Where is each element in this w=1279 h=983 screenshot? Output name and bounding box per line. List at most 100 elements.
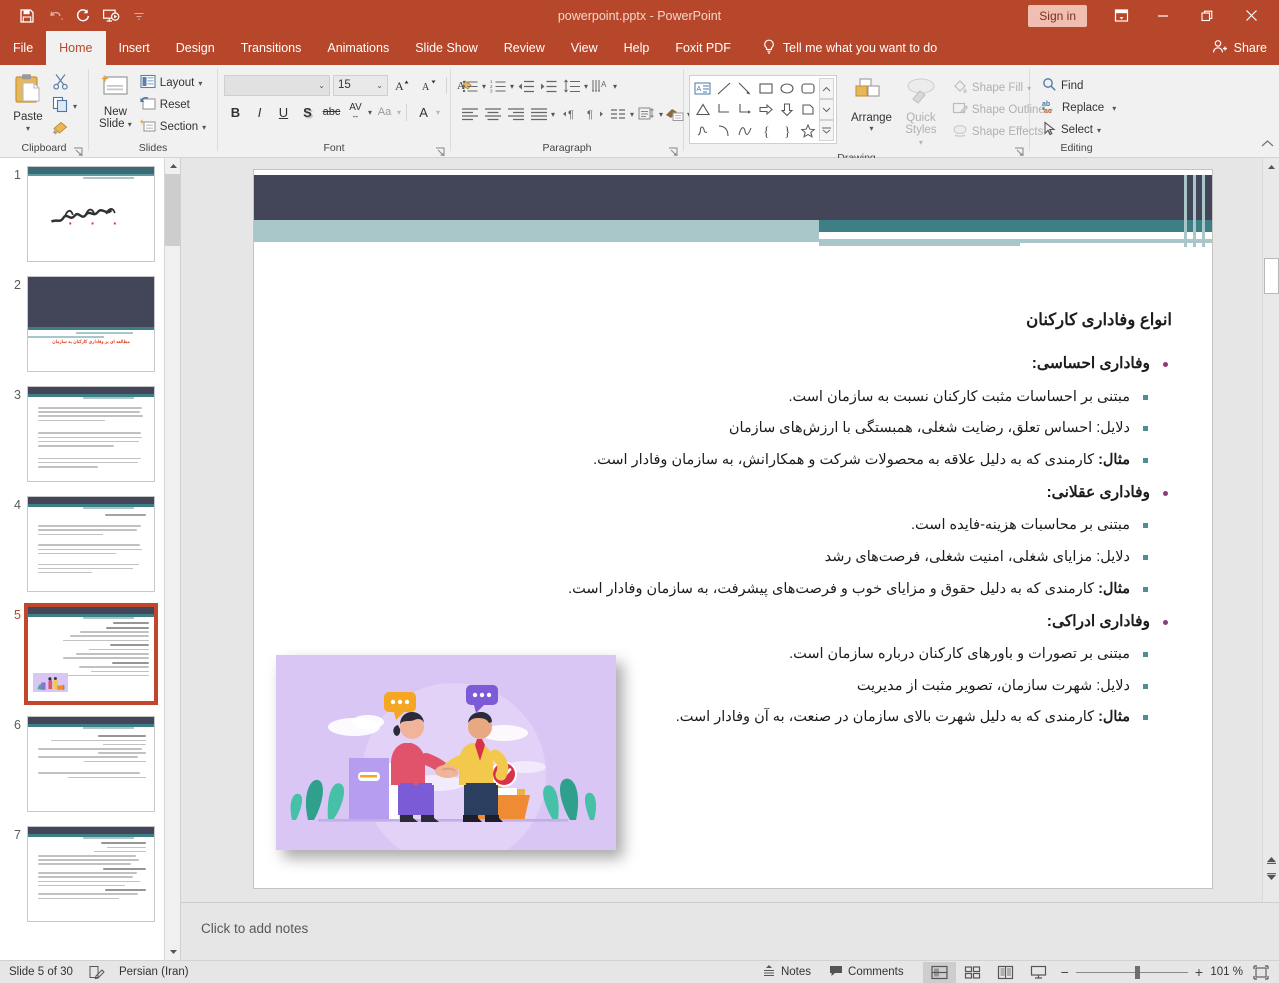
shape-left-brace-icon[interactable]: { bbox=[755, 120, 776, 141]
slide-vertical-scrollbar[interactable] bbox=[1262, 158, 1279, 902]
shape-oval-icon[interactable] bbox=[776, 78, 797, 99]
fit-slide-to-window-icon[interactable] bbox=[1249, 962, 1273, 983]
shape-rounded-rectangle-icon[interactable] bbox=[797, 78, 818, 99]
undo-icon[interactable] bbox=[42, 4, 68, 28]
shape-text-box-icon[interactable]: A bbox=[692, 78, 713, 99]
tab-design[interactable]: Design bbox=[163, 31, 228, 65]
quick-styles-button[interactable]: Quick Styles ▾ bbox=[900, 75, 942, 151]
shape-rectangle-icon[interactable] bbox=[755, 78, 776, 99]
paste-dropdown-icon[interactable]: ▾ bbox=[26, 124, 30, 133]
thumbnail-item-7[interactable]: 7 bbox=[0, 826, 180, 922]
thumbnail-slide-1[interactable] bbox=[27, 166, 155, 262]
zoom-level[interactable]: 101 % bbox=[1209, 966, 1249, 978]
business-handshake-illustration[interactable] bbox=[276, 655, 616, 850]
save-icon[interactable] bbox=[14, 4, 40, 28]
find-button[interactable]: Find bbox=[1038, 75, 1087, 97]
zoom-in-button[interactable]: + bbox=[1195, 964, 1203, 980]
character-spacing-icon[interactable]: AV↔ bbox=[344, 101, 367, 123]
shape-flowchart-icon[interactable] bbox=[797, 99, 818, 120]
thumbnail-slide-6[interactable] bbox=[27, 716, 155, 812]
tell-me-search[interactable]: Tell me what you want to do bbox=[762, 31, 937, 65]
shapes-gallery[interactable]: A { bbox=[689, 75, 837, 144]
shape-right-arrow-icon[interactable] bbox=[755, 99, 776, 120]
slide-indicator[interactable]: Slide 5 of 30 bbox=[9, 966, 73, 978]
tab-view[interactable]: View bbox=[558, 31, 611, 65]
font-name-input[interactable]: ⌄ bbox=[224, 75, 330, 96]
select-button[interactable]: Select ▾ bbox=[1038, 119, 1105, 141]
shape-down-arrow-icon[interactable] bbox=[776, 99, 797, 120]
arrange-dropdown-icon[interactable]: ▾ bbox=[869, 124, 873, 133]
thumbnail-item-3[interactable]: 3 bbox=[0, 386, 180, 482]
text-shadow-icon[interactable]: S bbox=[296, 101, 319, 123]
align-center-icon[interactable] bbox=[482, 103, 504, 125]
text-direction-dropdown-icon[interactable]: ▾ bbox=[613, 82, 617, 91]
start-slideshow-icon[interactable] bbox=[98, 4, 124, 28]
align-text-dropdown-icon[interactable]: ▾ bbox=[659, 110, 663, 119]
thumbnail-item-6[interactable]: 6 bbox=[0, 716, 180, 812]
thumbnail-slide-3[interactable] bbox=[27, 386, 155, 482]
numbering-dropdown-icon[interactable]: ▾ bbox=[510, 82, 514, 91]
minimize-icon[interactable] bbox=[1141, 0, 1185, 31]
paste-button[interactable]: Paste ▾ bbox=[8, 69, 48, 135]
font-color-dropdown-icon[interactable]: ▾ bbox=[436, 108, 440, 117]
tab-home[interactable]: Home bbox=[46, 31, 105, 65]
section-button[interactable]: Section ▾ bbox=[136, 116, 210, 138]
thumbnail-scrollbar[interactable] bbox=[164, 158, 180, 960]
format-painter-button[interactable] bbox=[48, 118, 81, 140]
line-spacing-dropdown-icon[interactable]: ▾ bbox=[584, 82, 588, 91]
justify-icon[interactable] bbox=[528, 103, 550, 125]
close-icon[interactable] bbox=[1229, 0, 1273, 31]
notes-pane[interactable]: Click to add notes bbox=[181, 902, 1279, 960]
thumbnail-item-2[interactable]: 2 مطالعه ای بر وفاداری کارکنان به سازمان bbox=[0, 276, 180, 372]
columns-dropdown-icon[interactable]: ▾ bbox=[630, 110, 634, 119]
redo-icon[interactable] bbox=[70, 4, 96, 28]
new-slide-button[interactable]: New Slide ▾ bbox=[95, 69, 136, 133]
layout-button[interactable]: Layout ▾ bbox=[136, 72, 210, 94]
thumbnail-slide-7[interactable] bbox=[27, 826, 155, 922]
thumbnail-slide-5[interactable] bbox=[27, 606, 155, 702]
thumbnail-scrollbar-thumb[interactable] bbox=[165, 174, 181, 246]
columns-icon[interactable] bbox=[607, 103, 629, 125]
tab-insert[interactable]: Insert bbox=[106, 31, 163, 65]
shape-triangle-icon[interactable] bbox=[692, 99, 713, 120]
zoom-slider-knob[interactable] bbox=[1135, 966, 1140, 979]
change-case-icon[interactable]: Aa bbox=[373, 101, 396, 123]
thumbnail-scroll-up-icon[interactable] bbox=[165, 158, 181, 174]
accessibility-checker-icon[interactable] bbox=[89, 965, 105, 980]
previous-slide-button[interactable] bbox=[1263, 851, 1279, 868]
slide-scroll-up-icon[interactable] bbox=[1263, 158, 1279, 175]
thumbnail-slide-4[interactable] bbox=[27, 496, 155, 592]
underline-icon[interactable]: U bbox=[272, 101, 295, 123]
layout-dropdown-icon[interactable]: ▾ bbox=[198, 79, 202, 88]
tab-animations[interactable]: Animations bbox=[314, 31, 402, 65]
zoom-slider-track[interactable] bbox=[1076, 972, 1188, 973]
quick-styles-dropdown-icon[interactable]: ▾ bbox=[919, 138, 923, 147]
font-size-input[interactable]: 15 ⌄ bbox=[333, 75, 388, 96]
notes-placeholder[interactable]: Click to add notes bbox=[201, 921, 308, 936]
shape-line-icon[interactable] bbox=[713, 78, 734, 99]
line-spacing-icon[interactable] bbox=[561, 75, 583, 97]
sign-in-button[interactable]: Sign in bbox=[1028, 5, 1087, 27]
slide-sorter-icon[interactable] bbox=[956, 962, 989, 983]
text-direction-icon[interactable]: A bbox=[590, 75, 612, 97]
zoom-out-button[interactable]: − bbox=[1061, 964, 1069, 980]
clipboard-dialog-launcher[interactable] bbox=[73, 145, 84, 156]
text-direction-ltr-icon[interactable]: ¶ bbox=[561, 103, 583, 125]
normal-view-icon[interactable] bbox=[923, 962, 956, 983]
notes-button[interactable]: Notes bbox=[753, 961, 820, 983]
shapes-scroll-up-icon[interactable] bbox=[819, 78, 834, 99]
shapes-more-icon[interactable] bbox=[819, 120, 834, 141]
thumbnail-scroll-down-icon[interactable] bbox=[165, 944, 181, 960]
slideshow-view-icon[interactable] bbox=[1022, 962, 1055, 983]
increase-indent-icon[interactable] bbox=[538, 75, 560, 97]
tab-slide-show[interactable]: Slide Show bbox=[402, 31, 491, 65]
next-slide-button[interactable] bbox=[1263, 868, 1279, 885]
thumbnail-item-1[interactable]: 1 bbox=[0, 166, 180, 262]
shape-curve-icon[interactable] bbox=[734, 120, 755, 141]
font-name-dropdown-icon[interactable]: ⌄ bbox=[318, 81, 325, 90]
bullets-dropdown-icon[interactable]: ▾ bbox=[482, 82, 486, 91]
tab-file[interactable]: File bbox=[0, 31, 46, 65]
arrange-button[interactable]: Arrange ▾ bbox=[847, 75, 896, 135]
shape-elbow-arrow-icon[interactable] bbox=[734, 99, 755, 120]
tab-review[interactable]: Review bbox=[491, 31, 558, 65]
